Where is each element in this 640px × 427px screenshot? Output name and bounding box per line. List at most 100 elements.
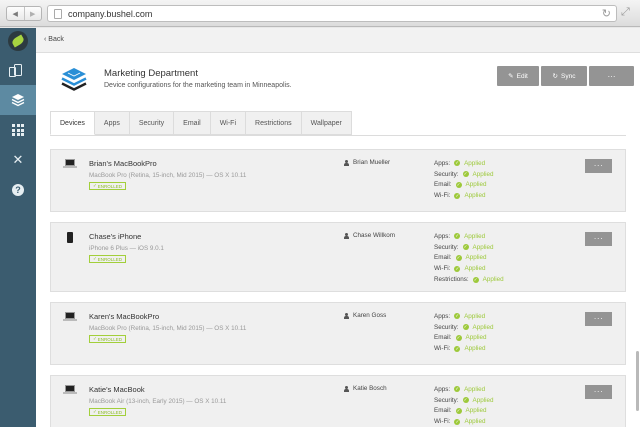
tab-wifi[interactable]: Wi-Fi <box>210 111 247 135</box>
edit-button[interactable]: ✎ Edit <box>497 66 539 86</box>
reload-icon[interactable]: ↻ <box>602 7 611 20</box>
check-circle-icon: ✓ <box>454 192 461 199</box>
tab-apps[interactable]: Apps <box>94 111 130 135</box>
back-link[interactable]: ‹ Back <box>44 36 64 43</box>
device-owner: Katie Bosch <box>344 385 387 392</box>
badge-label: ENROLLED <box>97 256 123 262</box>
badge-label: ENROLLED <box>97 183 123 189</box>
tab-restrictions[interactable]: Restrictions <box>246 111 302 135</box>
device-owner: Chase Willkom <box>344 232 395 239</box>
status-label: Security: <box>434 396 459 404</box>
tools-icon: ✕ <box>12 152 24 167</box>
tab-bar: Devices Apps Security Email Wi-Fi Restri… <box>50 111 352 135</box>
tab-divider <box>50 135 626 136</box>
browser-forward-icon[interactable]: ▶ <box>23 7 42 20</box>
sidebar-item-tools[interactable]: ✕ <box>0 145 36 175</box>
badge-label: ENROLLED <box>97 409 123 415</box>
status-label: Apps: <box>434 159 451 167</box>
more-actions-button[interactable]: ··· <box>589 66 634 86</box>
back-bar: ‹ Back <box>36 28 640 53</box>
bushel-logo-icon[interactable] <box>4 30 32 52</box>
device-model: MacBook Pro (Retina, 15-inch, Mid 2015) … <box>89 172 247 179</box>
device-more-button[interactable]: ··· <box>585 232 612 246</box>
sidebar-item-apps[interactable] <box>0 115 36 145</box>
device-name[interactable]: Katie's MacBook <box>89 385 145 394</box>
layers-icon <box>11 94 25 107</box>
status-value: Applied <box>464 192 486 200</box>
status-list: Apps: ✓ Applied Security: ✓ Applied Email: ✓ A… <box>434 311 494 354</box>
status-value: Applied <box>472 243 494 251</box>
sync-button[interactable]: ↻ Sync <box>541 66 587 86</box>
laptop-icon <box>63 159 77 168</box>
owner-name: Chase Willkom <box>353 232 395 239</box>
status-row: Wi-Fi: ✓ Applied <box>434 416 494 427</box>
device-card: Karen's MacBookPro MacBook Pro (Retina, … <box>50 302 626 365</box>
device-card: Chase's iPhone iPhone 6 Plus — iOS 9.0.1… <box>50 222 626 292</box>
status-row: Email: ✓ Applied <box>434 253 504 264</box>
status-row: Email: ✓ Applied <box>434 180 494 191</box>
check-circle-icon: ✓ <box>454 313 461 320</box>
device-owner: Brian Mueller <box>344 159 390 166</box>
browser-toolbar: ◀ ▶ company.bushel.com ↻ ⤢ <box>0 0 640 27</box>
status-list: Apps: ✓ Applied Security: ✓ Applied Email: ✓ A… <box>434 158 494 201</box>
device-model: iPhone 6 Plus — iOS 9.0.1 <box>89 245 164 252</box>
phone-icon <box>63 232 73 243</box>
status-label: Wi-Fi: <box>434 418 451 426</box>
sidebar-item-groups[interactable] <box>0 85 36 115</box>
check-circle-icon: ✓ <box>454 265 461 272</box>
status-value: Applied <box>465 254 487 262</box>
status-value: Applied <box>472 170 494 178</box>
status-label: Wi-Fi: <box>434 345 451 353</box>
check-circle-icon: ✓ <box>455 254 462 261</box>
status-list: Apps: ✓ Applied Security: ✓ Applied Email: ✓ A… <box>434 384 494 427</box>
status-label: Email: <box>434 334 452 342</box>
check-circle-icon: ✓ <box>454 160 461 167</box>
device-list: Brian's MacBookPro MacBook Pro (Retina, … <box>36 139 640 427</box>
badge-label: ENROLLED <box>97 336 123 342</box>
group-header: Marketing Department Device configuratio… <box>36 53 640 139</box>
scrollbar[interactable] <box>636 351 639 411</box>
tab-security[interactable]: Security <box>129 111 175 135</box>
device-more-button[interactable]: ··· <box>585 312 612 326</box>
fullscreen-icon[interactable]: ⤢ <box>621 6 630 19</box>
tab-devices[interactable]: Devices <box>50 111 95 135</box>
status-row: Apps: ✓ Applied <box>434 158 494 169</box>
check-circle-icon: ✓ <box>462 244 469 251</box>
status-value: Applied <box>464 385 486 393</box>
check-icon: ✓ <box>93 183 97 188</box>
status-value: Applied <box>472 323 494 331</box>
status-row: Wi-Fi: ✓ Applied <box>434 343 494 354</box>
device-name[interactable]: Brian's MacBookPro <box>89 159 157 168</box>
status-value: Applied <box>465 181 487 189</box>
browser-back-icon[interactable]: ◀ <box>7 7 24 20</box>
page-description: Device configurations for the marketing … <box>104 82 292 89</box>
url-text[interactable]: company.bushel.com <box>68 9 152 19</box>
tab-email[interactable]: Email <box>174 111 211 135</box>
enrolled-badge: ✓ ENROLLED <box>89 335 127 343</box>
sidebar-item-help[interactable]: ? <box>0 175 36 205</box>
tab-wallpaper[interactable]: Wallpaper <box>301 111 352 135</box>
owner-name: Karen Goss <box>353 312 387 319</box>
status-label: Wi-Fi: <box>434 265 451 273</box>
device-more-button[interactable]: ··· <box>585 385 612 399</box>
status-value: Applied <box>464 232 486 240</box>
status-row: Restrictions: ✓ Applied <box>434 274 504 285</box>
status-value: Applied <box>472 396 494 404</box>
status-label: Email: <box>434 181 452 189</box>
person-icon <box>344 312 349 319</box>
address-bar[interactable]: company.bushel.com ↻ <box>47 5 617 22</box>
status-label: Email: <box>434 407 452 415</box>
status-value: Applied <box>464 345 486 353</box>
device-more-button[interactable]: ··· <box>585 159 612 173</box>
device-name[interactable]: Karen's MacBookPro <box>89 312 159 321</box>
status-row: Security: ✓ Applied <box>434 322 494 333</box>
check-circle-icon: ✓ <box>454 386 461 393</box>
status-label: Apps: <box>434 312 451 320</box>
device-card: Brian's MacBookPro MacBook Pro (Retina, … <box>50 149 626 212</box>
apps-grid-icon <box>12 124 24 136</box>
sidebar-item-devices[interactable] <box>0 55 36 85</box>
device-card: Katie's MacBook MacBook Air (13-inch, Ea… <box>50 375 626 427</box>
status-label: Apps: <box>434 385 451 393</box>
device-name[interactable]: Chase's iPhone <box>89 232 141 241</box>
check-circle-icon: ✓ <box>462 324 469 331</box>
